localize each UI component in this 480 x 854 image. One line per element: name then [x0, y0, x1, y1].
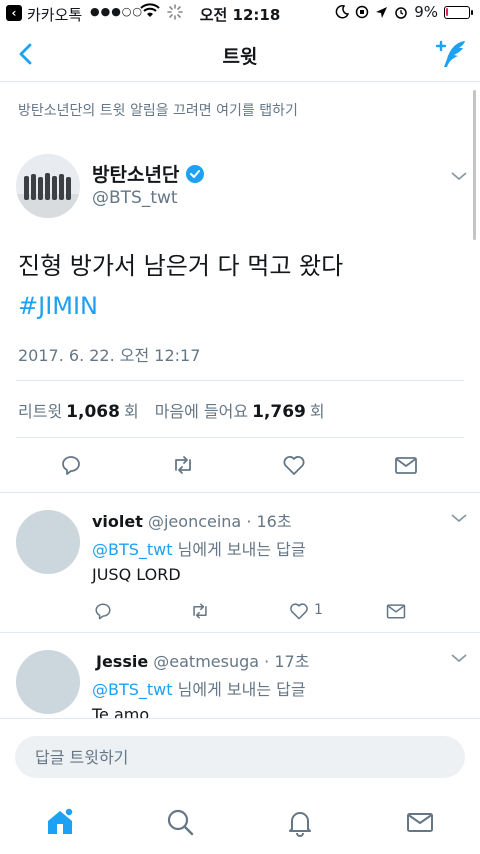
- like-icon[interactable]: [281, 452, 307, 478]
- dm-icon[interactable]: [393, 452, 419, 478]
- alarm-icon: [395, 7, 407, 19]
- search-icon[interactable]: [164, 806, 196, 838]
- orientation-lock-icon: [355, 5, 369, 19]
- retweet-icon[interactable]: [170, 452, 196, 478]
- reply-author-handle: @eatmesuga: [153, 652, 260, 671]
- author-avatar[interactable]: [16, 154, 80, 218]
- like-icon[interactable]: [288, 600, 310, 622]
- retweets-unit: 회: [123, 402, 139, 421]
- tweet-stats: 리트윗 1,068 회 마음에 들어요 1,769 회: [18, 398, 325, 422]
- reply-to-handle[interactable]: @BTS_twt: [92, 680, 173, 699]
- divider: [0, 632, 480, 633]
- likes-count[interactable]: 1,769: [252, 402, 306, 422]
- reply-author-handle: @jeonceina: [147, 512, 242, 531]
- battery-percent: 9%: [414, 3, 438, 21]
- divider: [16, 380, 464, 381]
- reply-time: · 16초: [246, 512, 292, 531]
- verified-icon: [186, 164, 205, 183]
- like-count: 1: [314, 602, 323, 618]
- location-icon: [376, 6, 388, 18]
- reply-text: JUSQ LORD: [92, 565, 181, 584]
- reply-avatar[interactable]: [16, 510, 80, 574]
- reply-to-line: @BTS_twt 님에게 보내는 답글: [92, 536, 306, 560]
- notifications-icon[interactable]: [284, 806, 316, 838]
- likes-label: 마음에 들어요: [154, 402, 249, 421]
- status-bar: ‹ 카카오톡 ●●●○○ 오전 12:18 9%: [0, 0, 480, 28]
- reply-avatar[interactable]: [16, 650, 80, 714]
- chevron-down-icon[interactable]: [450, 652, 468, 664]
- scrollbar[interactable]: [473, 90, 476, 240]
- nav-bar: 트윗: [0, 28, 480, 82]
- reply-time: · 17초: [264, 652, 310, 671]
- tab-bar: [0, 794, 480, 854]
- compose-icon[interactable]: [434, 37, 468, 71]
- likes-unit: 회: [309, 402, 325, 421]
- page-title: 트윗: [222, 46, 258, 68]
- home-icon[interactable]: [44, 806, 76, 838]
- reply-header[interactable]: Jessie @eatmesuga · 17초: [96, 648, 309, 672]
- chevron-down-icon[interactable]: [450, 512, 468, 524]
- reply-to-suffix: 님에게 보내는 답글: [177, 680, 306, 699]
- reply-icon[interactable]: [92, 600, 114, 622]
- divider: [0, 492, 480, 493]
- reply-to-line: @BTS_twt 님에게 보내는 답글: [92, 676, 306, 700]
- tweet-timestamp: 2017. 6. 22. 오전 12:17: [18, 346, 201, 365]
- retweets-label: 리트윗: [18, 402, 63, 421]
- reply-header[interactable]: violet @jeonceina · 16초: [92, 508, 292, 532]
- reply-input[interactable]: [15, 736, 465, 778]
- hashtag-link[interactable]: #JIMIN: [18, 288, 98, 324]
- reply-to-handle[interactable]: @BTS_twt: [92, 540, 173, 559]
- reply-author-name: violet: [92, 512, 143, 531]
- dm-icon[interactable]: [385, 600, 407, 622]
- author-name[interactable]: 방탄소년단: [92, 160, 205, 187]
- retweet-icon[interactable]: [189, 600, 211, 622]
- tweet-text: 진형 방가서 남은거 다 먹고 왔다: [18, 252, 344, 280]
- reply-icon[interactable]: [58, 452, 84, 478]
- author-handle[interactable]: @BTS_twt: [92, 188, 178, 208]
- chevron-down-icon[interactable]: [450, 170, 468, 182]
- reply-composer: [0, 718, 480, 794]
- battery-icon: [444, 5, 473, 19]
- reply-actions: 1: [92, 600, 432, 622]
- author-name-label: 방탄소년단: [92, 164, 180, 186]
- reply-author-name: Jessie: [96, 652, 149, 671]
- retweets-count[interactable]: 1,068: [66, 402, 120, 422]
- messages-icon[interactable]: [404, 806, 436, 838]
- divider: [16, 437, 464, 438]
- notification-hint-link[interactable]: 방탄소년단의 트윗 알림을 끄려면 여기를 탭하기: [18, 100, 298, 120]
- moon-icon: [335, 5, 350, 19]
- tweet-actions: [0, 452, 480, 482]
- reply-to-suffix: 님에게 보내는 답글: [177, 540, 306, 559]
